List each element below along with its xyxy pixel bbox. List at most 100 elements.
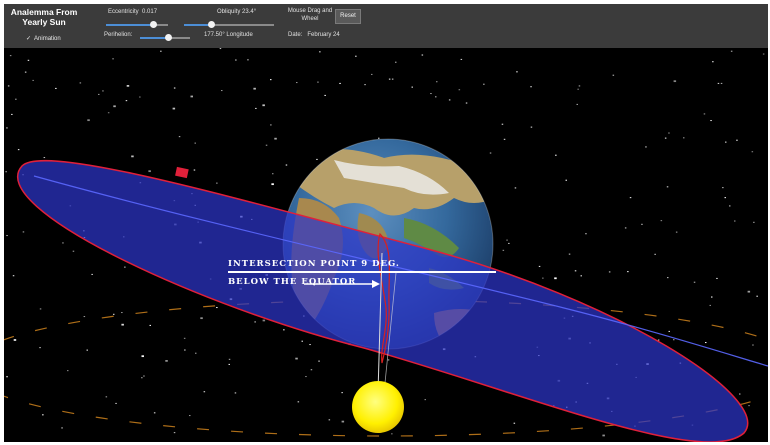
star — [753, 221, 755, 223]
star — [17, 149, 20, 151]
star — [516, 71, 518, 73]
star — [724, 197, 726, 199]
star — [430, 93, 432, 95]
star — [736, 139, 738, 141]
star — [751, 151, 754, 153]
3d-scene-viewport[interactable]: INTERSECTION POINT 9 DEG. BELOW THE EQUA… — [4, 48, 768, 442]
star — [421, 54, 424, 56]
star — [270, 79, 272, 81]
star — [221, 90, 223, 92]
star — [483, 83, 485, 85]
star — [15, 98, 17, 100]
reset-button[interactable]: Reset — [335, 9, 361, 24]
star — [316, 158, 318, 160]
animation-checkbox[interactable]: ✓ Animation — [26, 35, 61, 42]
star — [668, 132, 670, 134]
star — [194, 142, 196, 144]
star — [395, 61, 397, 63]
eccentricity-slider-thumb[interactable] — [149, 21, 157, 28]
star — [141, 355, 144, 358]
eccentricity-slider[interactable] — [106, 21, 168, 28]
star — [55, 87, 57, 89]
star — [508, 242, 510, 244]
star — [465, 102, 468, 104]
star — [578, 85, 581, 87]
star — [739, 393, 741, 395]
star — [98, 93, 100, 95]
star — [391, 78, 394, 80]
star — [5, 171, 7, 173]
perihelion-slider[interactable] — [140, 34, 190, 41]
obliquity-slider-thumb[interactable] — [208, 21, 215, 28]
star — [503, 138, 506, 140]
star — [502, 249, 505, 251]
star — [725, 141, 727, 143]
star — [577, 88, 579, 90]
star — [666, 186, 669, 188]
star — [265, 144, 268, 146]
star — [705, 342, 707, 344]
star — [193, 169, 196, 171]
obliquity-slider[interactable] — [184, 21, 274, 28]
star — [424, 399, 426, 401]
star — [371, 73, 373, 75]
perihelion-slider-thumb[interactable] — [164, 34, 172, 41]
star — [436, 81, 438, 83]
star — [183, 337, 186, 339]
star — [83, 316, 86, 318]
star — [141, 377, 143, 379]
star — [42, 414, 44, 416]
star — [216, 307, 218, 309]
star — [6, 235, 8, 237]
mouse-hint: Mouse Drag and Wheel — [287, 8, 333, 22]
star — [585, 233, 587, 235]
star — [716, 277, 718, 279]
star — [107, 112, 110, 114]
app-window: Analemma From Yearly Sun ✓ Animation Ecce… — [4, 4, 768, 442]
date-label: Date: — [288, 32, 303, 38]
star — [255, 107, 257, 109]
star — [178, 136, 181, 138]
star — [565, 179, 567, 181]
star — [729, 205, 731, 207]
star — [391, 433, 393, 435]
star — [720, 82, 723, 84]
star — [675, 231, 678, 233]
eccentricity-slider-fill — [106, 24, 153, 26]
star — [296, 82, 298, 84]
star — [555, 154, 557, 156]
scene-svg[interactable] — [4, 48, 768, 442]
star — [411, 86, 413, 88]
star — [576, 103, 578, 105]
star — [27, 59, 30, 61]
star — [310, 369, 313, 371]
star — [460, 58, 463, 60]
star — [435, 96, 437, 98]
star — [305, 376, 307, 378]
star — [748, 405, 750, 407]
star — [378, 137, 380, 139]
sun[interactable] — [352, 381, 404, 433]
star — [654, 253, 656, 255]
obliquity-slider-fill — [184, 24, 211, 26]
star — [203, 391, 206, 393]
perihelion-marker[interactable] — [175, 166, 189, 179]
star — [341, 392, 343, 394]
star — [709, 304, 711, 306]
star — [319, 51, 321, 53]
star — [172, 107, 176, 110]
star — [105, 396, 108, 398]
star — [285, 164, 288, 166]
checkmark-icon: ✓ — [26, 36, 32, 42]
star — [673, 80, 677, 83]
obliquity-label: Obliquity 23.4° — [217, 9, 257, 15]
star — [295, 357, 298, 360]
star — [124, 266, 126, 268]
annotation-line1: INTERSECTION POINT 9 DEG. — [228, 259, 400, 269]
star — [121, 312, 123, 314]
star — [253, 87, 256, 90]
star — [113, 313, 115, 315]
star — [627, 271, 629, 273]
star — [91, 273, 93, 275]
star — [530, 126, 533, 128]
